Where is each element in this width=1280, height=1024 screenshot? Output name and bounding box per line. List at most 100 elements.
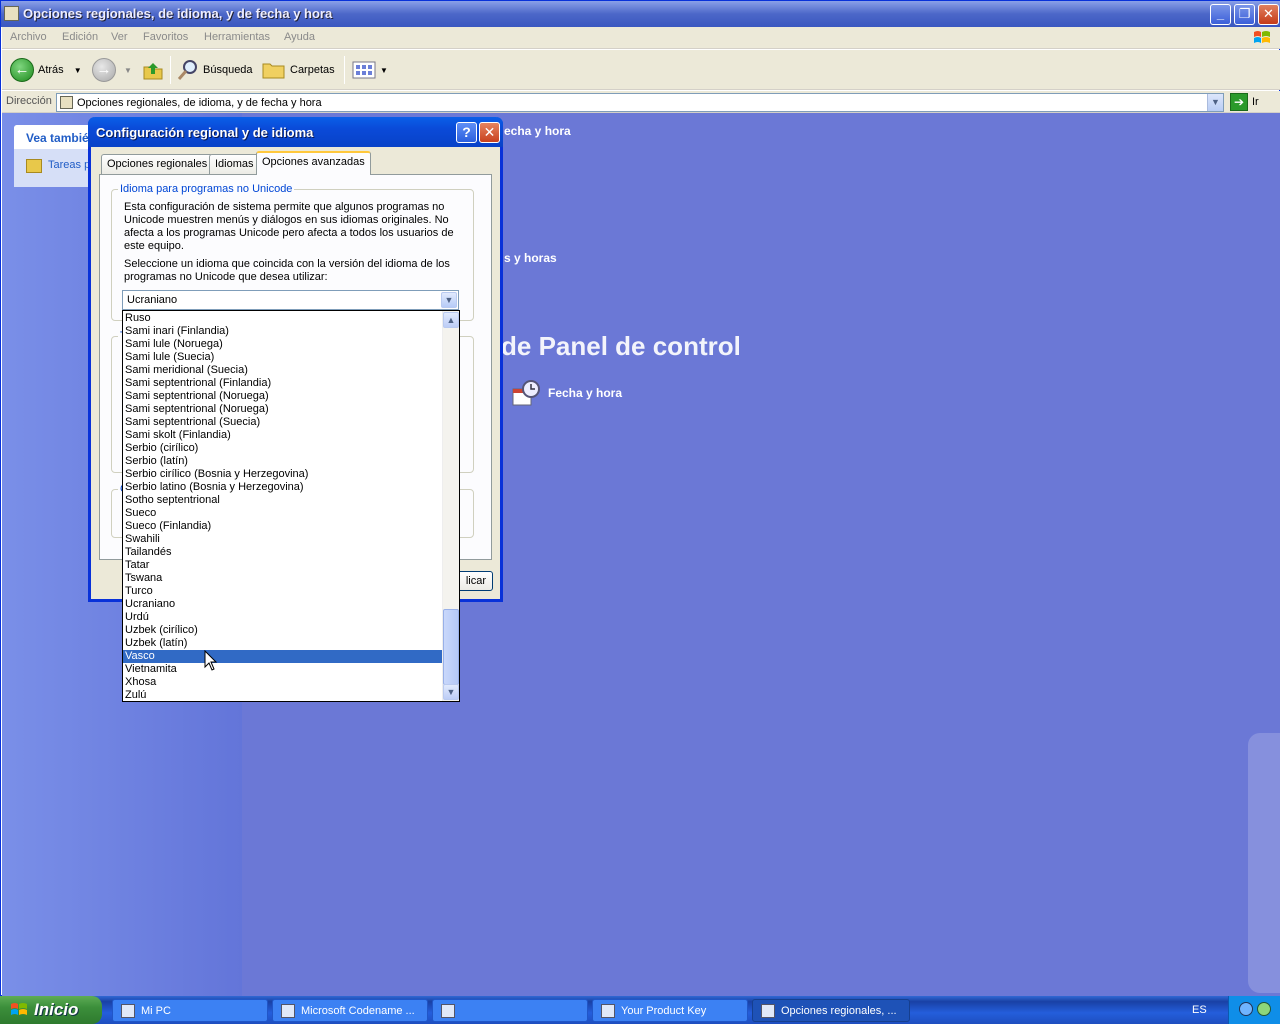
dropdown-item[interactable]: Sami septentrional (Suecia) <box>123 416 443 429</box>
see-also-item[interactable]: Tareas p <box>26 159 90 173</box>
dropdown-item[interactable]: Sami septentrional (Finlandia) <box>123 377 443 390</box>
date-time-link[interactable]: Fecha y hora <box>548 386 622 400</box>
toolbar: ← Atrás ▼ → ▼ Búsqueda Carpetas ▼ <box>2 50 1280 90</box>
restore-button[interactable]: ❐ <box>1234 4 1255 25</box>
dropdown-item[interactable]: Sami lule (Noruega) <box>123 338 443 351</box>
address-field[interactable]: Opciones regionales, de idioma, y de fec… <box>56 93 1224 112</box>
forward-dropdown-icon[interactable]: ▼ <box>124 66 132 75</box>
dropdown-item[interactable]: Sami septentrional (Noruega) <box>123 403 443 416</box>
up-folder-button[interactable] <box>142 58 164 82</box>
combo-dropdown-icon[interactable]: ▼ <box>441 292 457 308</box>
dropdown-item[interactable]: Sueco (Finlandia) <box>123 520 443 533</box>
views-button[interactable]: ▼ <box>352 58 388 82</box>
pick-icon-heading: de Panel de control <box>501 331 741 361</box>
dropdown-item[interactable]: Swahili <box>123 533 443 546</box>
forward-arrow-icon: → <box>92 58 116 82</box>
my-pc-icon <box>121 1003 135 1018</box>
help-button[interactable]: ? <box>456 122 477 143</box>
menu-edicion[interactable]: Edición <box>62 31 98 43</box>
back-arrow-icon: ← <box>10 58 34 82</box>
dropdown-item[interactable]: Sami inari (Finlandia) <box>123 325 443 338</box>
network-icon[interactable] <box>1239 1002 1253 1016</box>
taskbar: Inicio Mi PC Microsoft Codename ... Your… <box>0 996 1280 1024</box>
scroll-thumb[interactable] <box>443 609 459 685</box>
search-button[interactable]: Búsqueda <box>177 58 253 82</box>
scroll-down-button[interactable]: ▼ <box>443 684 459 700</box>
dropdown-item[interactable]: Tswana <box>123 572 443 585</box>
language-dropdown-list[interactable]: Ruso Sami inari (Finlandia) Sami lule (Nor… <box>122 310 460 702</box>
task-codename[interactable]: Microsoft Codename ... <box>272 999 428 1022</box>
dropdown-item[interactable]: Serbio cirílico (Bosnia y Herzegovina) <box>123 468 443 481</box>
menu-favoritos[interactable]: Favoritos <box>143 31 188 43</box>
language-indicator[interactable]: ES <box>1192 1004 1207 1016</box>
window-icon <box>441 1003 455 1018</box>
go-arrow-icon: ➔ <box>1230 93 1248 111</box>
address-dropdown-button[interactable]: ▼ <box>1207 94 1223 111</box>
dropdown-item[interactable]: Sami lule (Suecia) <box>123 351 443 364</box>
dropdown-item[interactable]: Xhosa <box>123 676 443 689</box>
forward-button[interactable]: → ▼ <box>92 58 132 82</box>
folders-label: Carpetas <box>290 64 335 76</box>
title-bar[interactable]: Opciones regionales, de idioma, y de fec… <box>1 1 1280 27</box>
dropdown-item[interactable]: Serbio (latín) <box>123 455 443 468</box>
window-icon <box>601 1003 615 1018</box>
task-product-key[interactable]: Your Product Key <box>592 999 748 1022</box>
dropdown-item[interactable]: Sami septentrional (Noruega) <box>123 390 443 403</box>
dropdown-item[interactable]: Sotho septentrional <box>123 494 443 507</box>
date-time-icon[interactable] <box>511 379 541 409</box>
dropdown-item[interactable]: Sueco <box>123 507 443 520</box>
task-my-pc[interactable]: Mi PC <box>112 999 268 1022</box>
dropdown-item[interactable]: Sami skolt (Finlandia) <box>123 429 443 442</box>
back-dropdown-icon[interactable]: ▼ <box>74 66 82 75</box>
see-also-item-label: Tareas p <box>48 159 91 171</box>
dropdown-item[interactable]: Vasco <box>123 650 443 663</box>
menu-archivo[interactable]: Archivo <box>10 31 47 43</box>
setup-icon <box>281 1003 295 1018</box>
dropdown-item[interactable]: Vietnamita <box>123 663 443 676</box>
tab-regional-options[interactable]: Opciones regionales <box>101 154 214 174</box>
dialog-close-button[interactable]: ✕ <box>479 122 500 143</box>
menu-ver[interactable]: Ver <box>111 31 128 43</box>
dropdown-item[interactable]: Ruso <box>123 312 443 325</box>
non-unicode-group-title: Idioma para programas no Unicode <box>120 183 293 195</box>
menu-herramientas[interactable]: Herramientas <box>204 31 270 43</box>
menu-bar: Archivo Edición Ver Favoritos Herramient… <box>2 27 1280 49</box>
go-button[interactable]: ➔ Ir <box>1230 93 1259 111</box>
non-unicode-language-combo[interactable]: Ucraniano ▼ <box>122 290 459 310</box>
close-button[interactable]: ✕ <box>1258 4 1279 25</box>
task-link[interactable]: s y horas <box>504 251 557 265</box>
dropdown-item[interactable]: Zulú <box>123 689 443 702</box>
task-regional-options[interactable]: Opciones regionales, ... <box>752 999 910 1022</box>
dropdown-item[interactable]: Urdú <box>123 611 443 624</box>
security-icon[interactable] <box>1257 1002 1271 1016</box>
task-label: Microsoft Codename ... <box>301 1004 415 1017</box>
dropdown-item[interactable]: Serbio (cirílico) <box>123 442 443 455</box>
scroll-up-button[interactable]: ▲ <box>443 312 459 328</box>
tab-advanced-options[interactable]: Opciones avanzadas <box>256 151 371 175</box>
menu-ayuda[interactable]: Ayuda <box>284 31 315 43</box>
dropdown-scrollbar[interactable]: ▲ ▼ <box>442 311 459 701</box>
dialog-title-bar[interactable]: Configuración regional y de idioma ? ✕ <box>88 117 503 147</box>
back-button[interactable]: ← Atrás ▼ <box>10 58 82 82</box>
dropdown-item[interactable]: Ucraniano <box>123 598 443 611</box>
dropdown-item[interactable]: Tailandés <box>123 546 443 559</box>
dropdown-item[interactable]: Serbio latino (Bosnia y Herzegovina) <box>123 481 443 494</box>
minimize-button[interactable]: _ <box>1210 4 1231 25</box>
tab-languages[interactable]: Idiomas <box>209 154 260 174</box>
dropdown-item[interactable]: Uzbek (cirílico) <box>123 624 443 637</box>
folders-icon <box>262 63 285 79</box>
address-label: Dirección <box>6 95 52 107</box>
task-window[interactable] <box>432 999 588 1022</box>
dropdown-item[interactable]: Tatar <box>123 559 443 572</box>
dropdown-item[interactable]: Uzbek (latín) <box>123 637 443 650</box>
start-button[interactable]: Inicio <box>0 996 102 1024</box>
dropdown-item[interactable]: Sami meridional (Suecia) <box>123 364 443 377</box>
search-icon <box>177 60 197 80</box>
windows-flag-icon <box>11 1003 27 1015</box>
task-label: Your Product Key <box>621 1004 707 1017</box>
folders-button[interactable]: Carpetas <box>262 58 335 82</box>
dropdown-item[interactable]: Turco <box>123 585 443 598</box>
back-label: Atrás <box>38 64 64 76</box>
search-label: Búsqueda <box>203 64 253 76</box>
tasks-icon <box>26 159 42 173</box>
